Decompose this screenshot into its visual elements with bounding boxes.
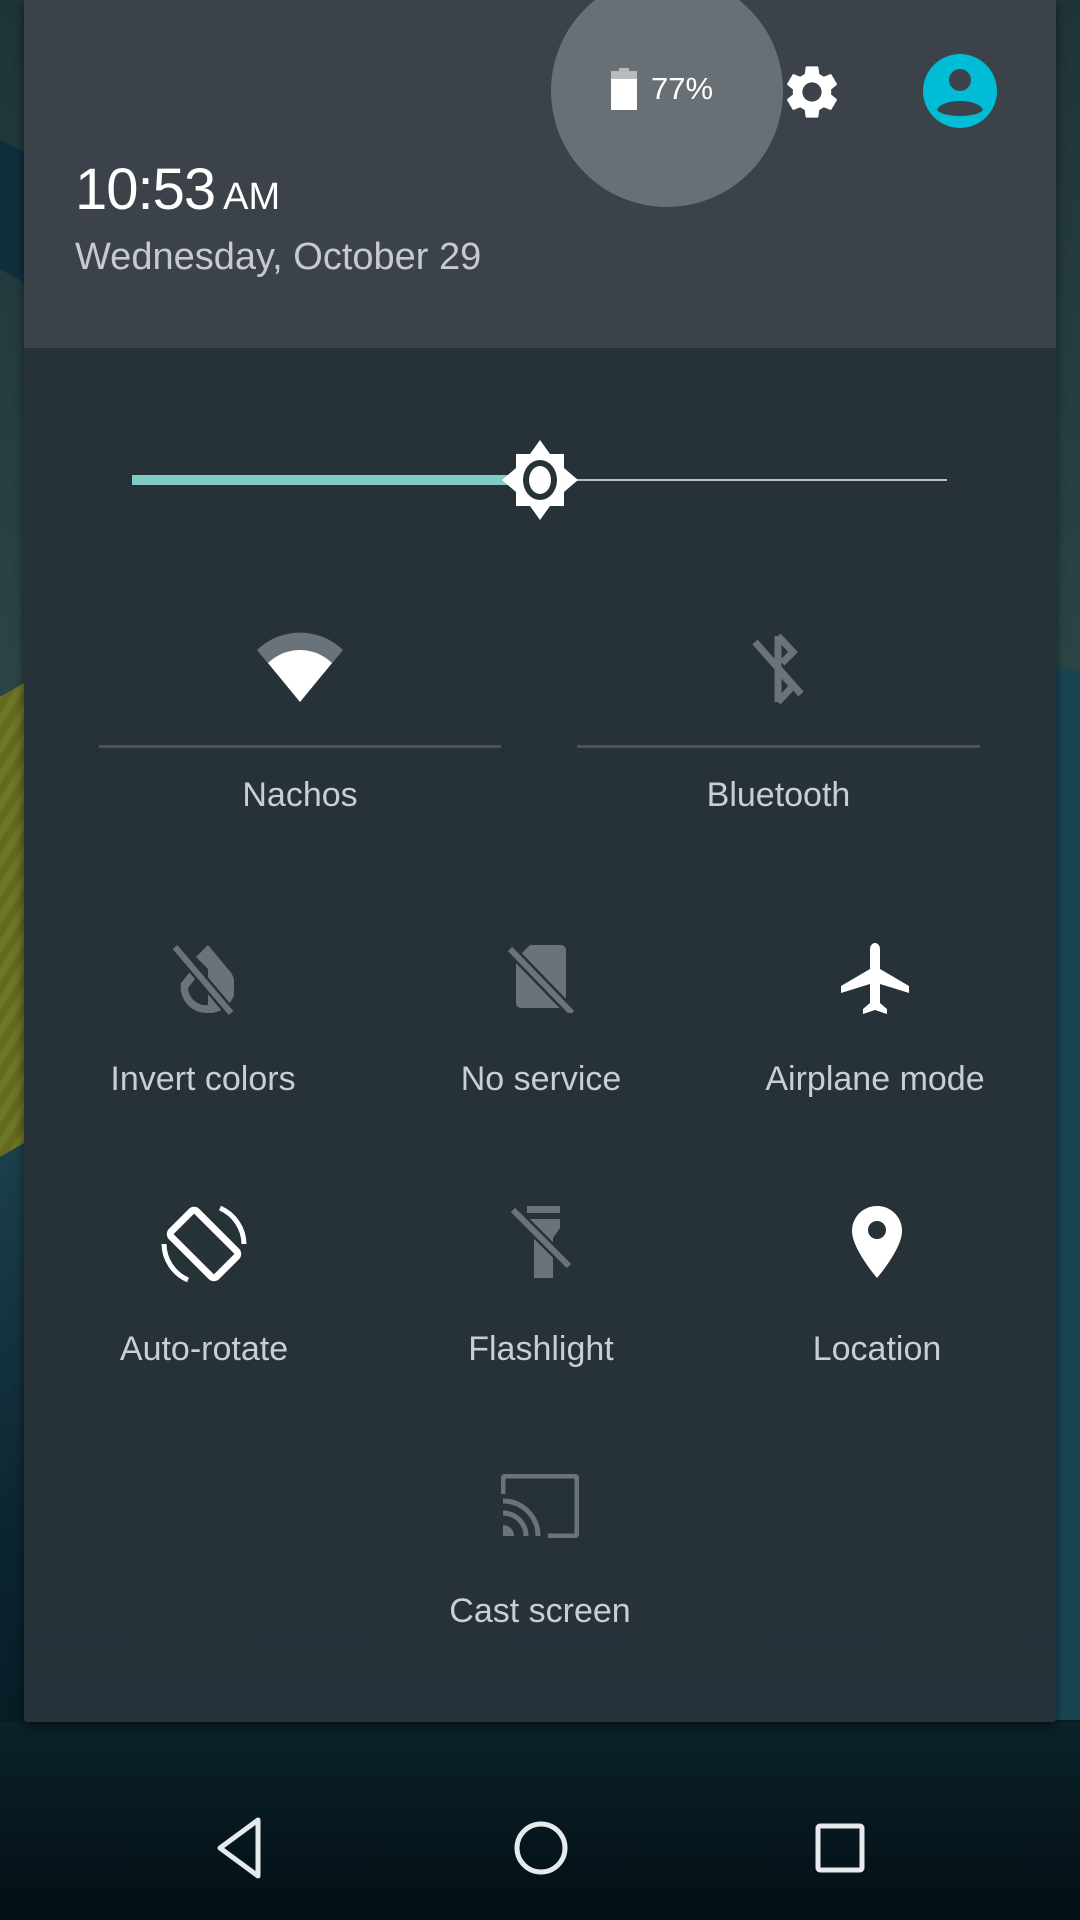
- back-button[interactable]: [208, 1810, 268, 1886]
- tile-wifi[interactable]: Nachos: [99, 618, 501, 838]
- wifi-icon: [255, 632, 345, 707]
- quick-settings-panel: 77% 10:53 AM Wednesday, October 29 Nacho…: [24, 0, 1056, 1722]
- battery-percentage: 77%: [651, 71, 714, 106]
- tile-cast-screen[interactable]: Cast screen: [420, 1464, 660, 1664]
- panel-header: 77% 10:53 AM Wednesday, October 29: [24, 0, 1056, 348]
- clock[interactable]: 10:53 AM: [75, 156, 280, 223]
- tile-label: Airplane mode: [765, 1060, 985, 1098]
- tile-label: Invert colors: [110, 1060, 296, 1098]
- quick-settings: Nachos Bluetooth Invert colors No servic…: [24, 348, 1056, 1722]
- cast-icon: [500, 1473, 580, 1543]
- tile-label: Cast screen: [449, 1592, 631, 1630]
- account-circle-icon: [923, 54, 997, 128]
- tile-bluetooth[interactable]: Bluetooth: [577, 618, 980, 838]
- gear-icon: [787, 66, 837, 118]
- recents-button[interactable]: [810, 1818, 870, 1878]
- tile-label: No service: [460, 1060, 622, 1098]
- tile-location[interactable]: Location: [767, 1196, 987, 1396]
- flashlight-off-icon: [509, 1206, 573, 1283]
- brightness-slider[interactable]: [132, 440, 947, 520]
- settings-button[interactable]: [780, 60, 844, 124]
- date[interactable]: Wednesday, October 29: [75, 236, 481, 279]
- tile-flashlight[interactable]: Flashlight: [431, 1196, 651, 1396]
- tile-label: Bluetooth: [706, 776, 851, 814]
- airplane-icon: [840, 943, 910, 1020]
- home-button[interactable]: [511, 1818, 571, 1878]
- tile-invert-colors[interactable]: Invert colors: [93, 933, 313, 1133]
- tile-label: Location: [812, 1330, 942, 1368]
- back-icon: [217, 1817, 261, 1879]
- brightness-track-fill: [132, 475, 540, 485]
- tile-no-service[interactable]: No service: [431, 933, 651, 1133]
- clock-ampm: AM: [223, 176, 281, 218]
- tile-label: Flashlight: [468, 1330, 614, 1368]
- recents-icon: [815, 1823, 865, 1873]
- screen-rotation-icon: [160, 1200, 248, 1293]
- sim-card-off-icon: [506, 943, 576, 1018]
- tile-airplane-mode[interactable]: Airplane mode: [755, 933, 995, 1133]
- invert-colors-off-icon: [170, 943, 236, 1020]
- brightness-icon: [501, 440, 578, 520]
- tile-auto-rotate[interactable]: Auto-rotate: [94, 1196, 314, 1396]
- tile-label: Nachos: [242, 776, 358, 814]
- tile-label: Auto-rotate: [119, 1330, 289, 1368]
- user-avatar-button[interactable]: [923, 54, 997, 128]
- brightness-thumb[interactable]: [498, 438, 582, 522]
- clock-time: 10:53: [75, 157, 216, 222]
- location-pin-icon: [852, 1206, 902, 1283]
- tile-divider: [577, 745, 980, 748]
- home-icon: [514, 1821, 568, 1875]
- battery-icon: [611, 68, 637, 110]
- tile-divider: [99, 745, 501, 748]
- battery-button[interactable]: 77%: [611, 68, 713, 110]
- bluetooth-disabled-icon: [751, 630, 807, 709]
